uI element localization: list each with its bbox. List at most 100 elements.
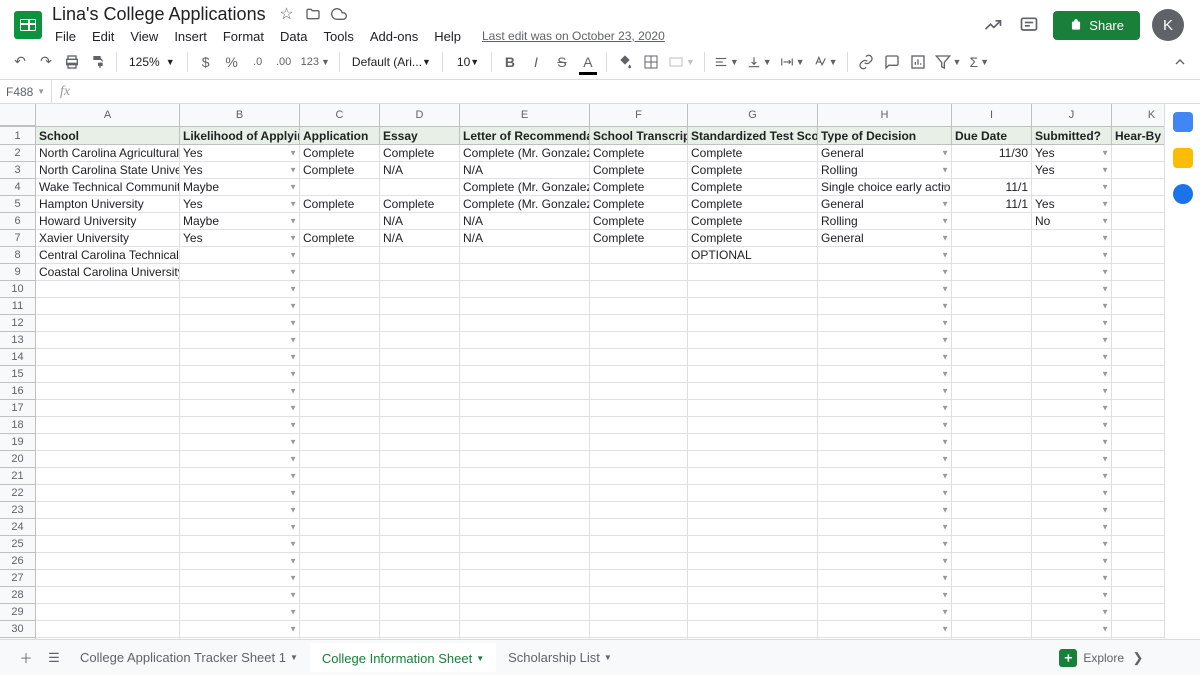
cell[interactable] bbox=[460, 604, 590, 621]
cell[interactable]: Rolling▼ bbox=[818, 162, 952, 179]
calendar-addon-icon[interactable] bbox=[1173, 112, 1193, 132]
dropdown-icon[interactable]: ▼ bbox=[1101, 472, 1109, 481]
dropdown-icon[interactable]: ▼ bbox=[289, 149, 297, 158]
cell[interactable]: 11/1 bbox=[952, 179, 1032, 196]
cell[interactable]: ▼ bbox=[1032, 417, 1112, 434]
cell[interactable] bbox=[36, 417, 180, 434]
cell[interactable] bbox=[300, 400, 380, 417]
sheets-logo[interactable] bbox=[8, 5, 48, 45]
cell[interactable] bbox=[590, 417, 688, 434]
merge-button[interactable]: ▼ bbox=[665, 50, 698, 74]
cell[interactable] bbox=[460, 638, 590, 639]
cell[interactable] bbox=[300, 179, 380, 196]
cell[interactable]: ▼ bbox=[1032, 434, 1112, 451]
cell[interactable] bbox=[380, 621, 460, 638]
cell[interactable]: Hampton University bbox=[36, 196, 180, 213]
cell[interactable] bbox=[460, 264, 590, 281]
cell[interactable] bbox=[952, 332, 1032, 349]
cell[interactable] bbox=[688, 638, 818, 639]
dropdown-icon[interactable]: ▼ bbox=[1101, 455, 1109, 464]
cell[interactable] bbox=[36, 536, 180, 553]
cell[interactable] bbox=[460, 349, 590, 366]
column-header-F[interactable]: F bbox=[590, 104, 688, 126]
dropdown-icon[interactable]: ▼ bbox=[1101, 319, 1109, 328]
redo-button[interactable]: ↷ bbox=[34, 50, 58, 74]
cell[interactable] bbox=[300, 264, 380, 281]
strikethrough-button[interactable]: S bbox=[550, 50, 574, 74]
explore-button[interactable]: Explore bbox=[1059, 649, 1124, 667]
row-header-7[interactable]: 7 bbox=[0, 230, 36, 247]
dropdown-icon[interactable]: ▼ bbox=[941, 200, 949, 209]
cell[interactable] bbox=[590, 434, 688, 451]
cell[interactable]: Standardized Test Scores bbox=[688, 127, 818, 145]
cell[interactable] bbox=[688, 553, 818, 570]
cell[interactable]: Due Date bbox=[952, 127, 1032, 145]
cell[interactable]: ▼ bbox=[1032, 621, 1112, 638]
cell[interactable] bbox=[380, 383, 460, 400]
cell[interactable]: ▼ bbox=[180, 400, 300, 417]
dropdown-icon[interactable]: ▼ bbox=[289, 455, 297, 464]
cell[interactable] bbox=[952, 519, 1032, 536]
cell[interactable]: ▼ bbox=[818, 502, 952, 519]
cell[interactable] bbox=[952, 264, 1032, 281]
cell[interactable]: ▼ bbox=[1032, 604, 1112, 621]
dropdown-icon[interactable]: ▼ bbox=[941, 302, 949, 311]
cell[interactable] bbox=[590, 502, 688, 519]
name-box[interactable]: F488▼ bbox=[0, 80, 52, 103]
cell[interactable] bbox=[1112, 332, 1164, 349]
dropdown-icon[interactable]: ▼ bbox=[941, 336, 949, 345]
menu-edit[interactable]: Edit bbox=[85, 27, 121, 46]
dropdown-icon[interactable]: ▼ bbox=[1101, 370, 1109, 379]
dropdown-icon[interactable]: ▼ bbox=[941, 608, 949, 617]
dropdown-icon[interactable]: ▼ bbox=[941, 421, 949, 430]
cell[interactable]: Complete bbox=[590, 230, 688, 247]
cell[interactable] bbox=[688, 570, 818, 587]
cell[interactable] bbox=[688, 604, 818, 621]
cell[interactable]: N/A bbox=[380, 213, 460, 230]
v-align-button[interactable]: ▼ bbox=[744, 50, 775, 74]
column-header-I[interactable]: I bbox=[952, 104, 1032, 126]
filter-button[interactable]: ▼ bbox=[932, 50, 965, 74]
dropdown-icon[interactable]: ▼ bbox=[289, 472, 297, 481]
cell[interactable]: ▼ bbox=[180, 315, 300, 332]
dropdown-icon[interactable]: ▼ bbox=[941, 285, 949, 294]
functions-button[interactable]: Σ▼ bbox=[966, 50, 992, 74]
cell[interactable] bbox=[460, 519, 590, 536]
print-button[interactable] bbox=[60, 50, 84, 74]
cell[interactable]: Complete bbox=[688, 213, 818, 230]
cell[interactable]: ▼ bbox=[1032, 298, 1112, 315]
dropdown-icon[interactable]: ▼ bbox=[1101, 336, 1109, 345]
cell[interactable]: 11/1 bbox=[952, 196, 1032, 213]
cell[interactable] bbox=[1112, 349, 1164, 366]
cell[interactable]: Complete bbox=[590, 196, 688, 213]
cell[interactable]: Coastal Carolina University bbox=[36, 264, 180, 281]
cell[interactable] bbox=[1112, 451, 1164, 468]
cell[interactable]: ▼ bbox=[180, 553, 300, 570]
borders-button[interactable] bbox=[639, 50, 663, 74]
cell[interactable] bbox=[460, 587, 590, 604]
cell[interactable]: ▼ bbox=[1032, 179, 1112, 196]
comment-history-icon[interactable] bbox=[1017, 13, 1041, 37]
dropdown-icon[interactable]: ▼ bbox=[289, 336, 297, 345]
row-header-31[interactable]: 31 bbox=[0, 638, 36, 639]
zoom-dropdown[interactable]: 125%▼ bbox=[123, 55, 181, 69]
cell[interactable]: Complete bbox=[300, 196, 380, 213]
fill-color-button[interactable] bbox=[613, 50, 637, 74]
cell[interactable] bbox=[36, 587, 180, 604]
cell[interactable]: Rolling▼ bbox=[818, 213, 952, 230]
cell[interactable] bbox=[952, 485, 1032, 502]
cell[interactable] bbox=[36, 604, 180, 621]
cell[interactable]: Ma bbox=[1112, 145, 1164, 162]
cell[interactable] bbox=[300, 366, 380, 383]
cell[interactable] bbox=[688, 417, 818, 434]
cell[interactable] bbox=[590, 621, 688, 638]
dropdown-icon[interactable]: ▼ bbox=[941, 370, 949, 379]
cell[interactable] bbox=[36, 383, 180, 400]
dropdown-icon[interactable]: ▼ bbox=[289, 523, 297, 532]
cell[interactable]: No▼ bbox=[1032, 213, 1112, 230]
cell[interactable] bbox=[688, 281, 818, 298]
cell[interactable]: General▼ bbox=[818, 230, 952, 247]
cell[interactable] bbox=[460, 281, 590, 298]
row-header-1[interactable]: 1 bbox=[0, 127, 36, 145]
cell[interactable]: ▼ bbox=[818, 417, 952, 434]
